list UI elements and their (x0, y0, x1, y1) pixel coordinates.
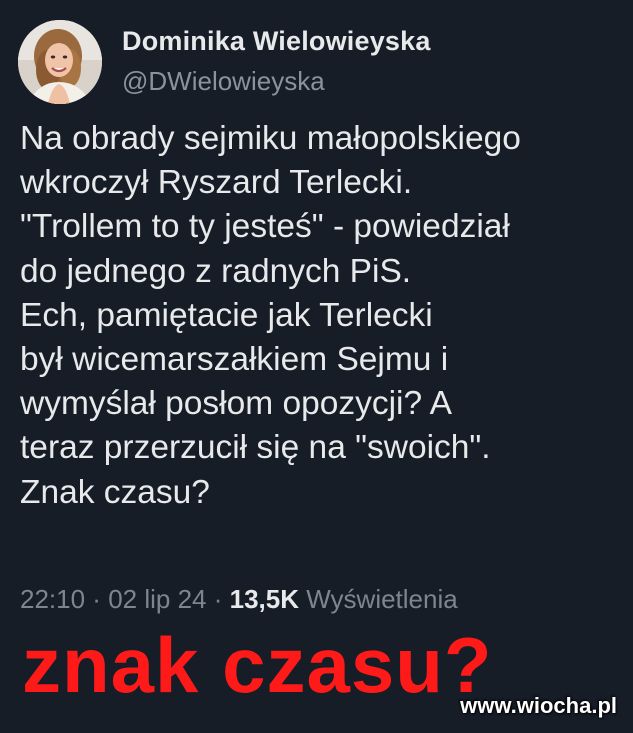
site-watermark: www.wiocha.pl (460, 693, 617, 718)
meta-separator: · (85, 584, 109, 614)
tweet-line: wkroczył Ryszard Terlecki. (20, 164, 413, 202)
views-count: 13,5K (229, 584, 299, 614)
author-handle[interactable]: @DWielowieyska (122, 66, 325, 97)
avatar[interactable] (18, 20, 102, 104)
tweet-line: do jednego z radnych PiS. (20, 252, 412, 290)
tweet-line: Znak czasu? (20, 473, 210, 511)
tweet-date[interactable]: 02 lip 24 (108, 584, 206, 614)
tweet-line: Ech, pamiętacie jak Terlecki (20, 296, 433, 334)
tweet-line: wymyślał posłom opozycji? A (20, 385, 452, 423)
tweet-time[interactable]: 22:10 (20, 584, 85, 614)
tweet-line: był wicemarszałkiem Sejmu i (20, 340, 449, 378)
tweet-line: teraz przerzucił się na "swoich". (20, 429, 491, 467)
views-label: Wyświetlenia (306, 584, 458, 614)
profile-photo-icon (18, 20, 102, 104)
tweet-line: Na obrady sejmiku małopolskiego (20, 120, 521, 157)
tweet-line: "Trollem to ty jesteś" - powiedział (20, 208, 510, 246)
tweet-meta: 22:10 · 02 lip 24 · 13,5K Wyświetlenia (20, 584, 458, 615)
author-display-name[interactable]: Dominika Wielowieyska (122, 26, 431, 57)
overlay-caption: znak czasu? (22, 621, 493, 709)
tweet-screenshot: Dominika Wielowieyska @DWielowieyska Na … (0, 0, 633, 733)
tweet-text: Na obrady sejmiku małopolskiego wkroczył… (20, 117, 620, 515)
meta-separator: · (206, 584, 230, 614)
